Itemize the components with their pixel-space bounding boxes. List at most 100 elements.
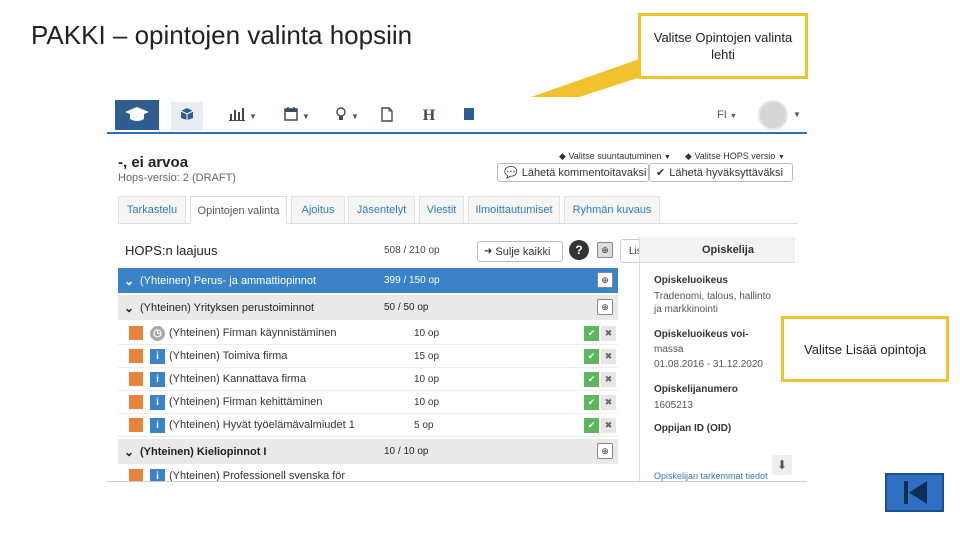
accept-check-icon[interactable]: ✔ [584, 395, 599, 410]
tab-scheduling[interactable]: Ajoitus [291, 196, 345, 223]
group-title: (Yhteinen) Perus- ja ammattiopinnot [140, 274, 317, 287]
course-color-swatch [129, 372, 143, 386]
info-icon[interactable]: i [150, 349, 165, 364]
language-label: FI [717, 109, 727, 121]
check-icon: ✔ [656, 167, 666, 179]
lightbulb-icon [335, 106, 347, 126]
bar-chart-icon [229, 107, 246, 125]
course-credits: 15 op [414, 350, 440, 362]
course-title: (Yhteinen) Kannattava firma [169, 373, 306, 385]
nav-ideas-item[interactable]: ▼ [331, 102, 363, 130]
info-icon[interactable]: i [150, 395, 165, 410]
accept-check-icon[interactable]: ✔ [584, 418, 599, 433]
help-icon[interactable]: ? [569, 240, 589, 260]
group-row[interactable]: ⌄ (Yhteinen) Yrityksen perustoiminnot 50… [118, 295, 618, 320]
group-row[interactable]: ⌄ (Yhteinen) Kieliopinnot I 10 / 10 op ⊕ [118, 439, 618, 464]
course-credits: 10 op [414, 373, 440, 385]
cube-icon [180, 107, 194, 125]
course-row[interactable]: i (Yhteinen) Firman kehittäminen 10 op ✔… [118, 391, 618, 414]
add-studies-button[interactable]: ⊕ [597, 242, 613, 258]
select-hops-version-dropdown[interactable]: ◆ Valitse HOPS versio ▼ [685, 151, 785, 162]
zoom-in-icon[interactable]: ⊕ [597, 299, 613, 315]
graduation-cap-icon[interactable] [115, 100, 159, 130]
remove-x-icon[interactable]: ✖ [601, 395, 616, 410]
clock-icon: ◷ [150, 326, 165, 341]
filter-icon: ◆ [559, 151, 566, 161]
group-row[interactable]: ⌄ (Yhteinen) Perus- ja ammattiopinnot 39… [118, 268, 618, 293]
study-right-valid-value: 01.08.2016 - 31.12.2020 [654, 359, 763, 370]
info-icon[interactable]: i [150, 372, 165, 387]
chevron-down-icon[interactable]: ⌄ [118, 274, 140, 288]
select-orientation-dropdown[interactable]: ◆ Valitse suuntautuminen ▼ [559, 151, 671, 162]
tab-messages[interactable]: Viestit [419, 196, 464, 223]
course-row[interactable]: ◷ (Yhteinen) Firman käynnistäminen 10 op… [118, 322, 618, 345]
tab-enrollments[interactable]: Ilmoittautumiset [468, 196, 560, 223]
zoom-in-icon: ⊕ [601, 244, 609, 255]
course-color-swatch [129, 349, 143, 363]
nav-calendar-item[interactable]: ▼ [279, 102, 315, 130]
course-row[interactable]: i (Yhteinen) Hyvät työelämävalmiudet 1 5… [118, 414, 618, 437]
nav-studies-item[interactable] [171, 102, 203, 130]
close-all-button[interactable]: ➜ Sulje kaikki [477, 241, 563, 262]
zoom-in-icon[interactable]: ⊕ [597, 272, 613, 288]
chevron-down-icon[interactable]: ⌄ [118, 301, 140, 315]
info-icon[interactable]: i [150, 418, 165, 433]
student-panel-title: Opiskelija [640, 237, 795, 263]
course-row[interactable]: i (Yhteinen) Toimiva firma 15 op ✔ ✖ [118, 345, 618, 368]
accept-check-icon[interactable]: ✔ [584, 326, 599, 341]
document-icon [381, 106, 393, 126]
send-for-comment-label: Lähetä kommentoitavaksi [521, 166, 647, 179]
chevron-down-icon[interactable]: ⌄ [118, 445, 140, 459]
tab-structures[interactable]: Jäsentelyt [348, 196, 415, 223]
top-navbar: ▼ ▼ ▼ H FI ▼ ▼ [107, 97, 807, 134]
nav-document-item[interactable] [375, 102, 399, 130]
filter-icon: ◆ [685, 151, 692, 161]
course-title: (Yhteinen) Firman kehittäminen [169, 396, 323, 408]
avatar[interactable] [758, 100, 788, 130]
group-credits: 50 / 50 op [384, 302, 429, 313]
tab-course-selection[interactable]: Opintojen valinta [190, 196, 287, 224]
remove-x-icon[interactable]: ✖ [601, 326, 616, 341]
language-selector[interactable]: FI ▼ [717, 109, 737, 121]
course-credits: 5 op [414, 419, 434, 431]
nav-charts-item[interactable]: ▼ [223, 102, 263, 130]
course-row[interactable]: i (Yhteinen) Kannattava firma 10 op ✔ ✖ [118, 368, 618, 391]
chevron-down-icon: ▼ [249, 111, 257, 121]
hops-tabs: Tarkastelu Opintojen valinta Ajoitus Jäs… [118, 196, 798, 224]
study-right-valid-label-line-2: massa [654, 344, 684, 355]
accept-check-icon[interactable]: ✔ [584, 372, 599, 387]
bookmark-icon [463, 107, 475, 125]
chevron-down-icon: ▼ [729, 113, 737, 120]
zoom-in-icon[interactable]: ⊕ [597, 443, 613, 459]
chevron-right-circle-icon: ➜ [484, 246, 493, 257]
tab-review[interactable]: Tarkastelu [118, 196, 186, 223]
hops-version-label: Hops-versio: 2 (DRAFT) [118, 172, 236, 184]
group-title: (Yhteinen) Kieliopinnot I [140, 445, 267, 458]
remove-x-icon[interactable]: ✖ [601, 349, 616, 364]
accept-check-icon[interactable]: ✔ [584, 349, 599, 364]
group-credits: 399 / 150 op [384, 275, 440, 286]
course-credits: 10 op [414, 396, 440, 408]
tab-group-description[interactable]: Ryhmän kuvaus [564, 196, 660, 223]
course-color-swatch [129, 326, 143, 340]
heading-icon[interactable]: H [417, 102, 441, 130]
download-icon[interactable]: ⬇ [772, 455, 792, 475]
chevron-down-icon[interactable]: ▼ [793, 110, 801, 119]
course-row[interactable]: i (Yhteinen) Professionell svenska för [118, 465, 618, 481]
nav-bookmark-item[interactable] [459, 102, 479, 130]
send-for-approval-label: Lähetä hyväksyttäväksi [669, 166, 783, 179]
send-for-approval-button[interactable]: ✔ Lähetä hyväksyttäväksi [649, 163, 793, 182]
more-student-info-link[interactable]: Opiskelijan tarkemmat tiedot [654, 471, 768, 481]
remove-x-icon[interactable]: ✖ [601, 418, 616, 433]
chevron-down-icon: ▼ [663, 154, 671, 161]
info-icon[interactable]: i [150, 469, 165, 481]
student-number-label: Opiskelijanumero [654, 384, 738, 395]
remove-x-icon[interactable]: ✖ [601, 372, 616, 387]
study-right-valid-label-line-1: Opiskeluoikeus voi- [654, 329, 749, 340]
plan-credits: 508 / 210 op [384, 245, 440, 256]
study-right-value-line-2: ja markkinointi [654, 304, 718, 315]
back-to-start-button[interactable] [885, 473, 944, 512]
skip-back-icon [887, 481, 942, 514]
send-for-comment-button[interactable]: 💬 Lähetä kommentoitavaksi [497, 163, 649, 182]
course-title: (Yhteinen) Hyvät työelämävalmiudet 1 [169, 419, 355, 431]
